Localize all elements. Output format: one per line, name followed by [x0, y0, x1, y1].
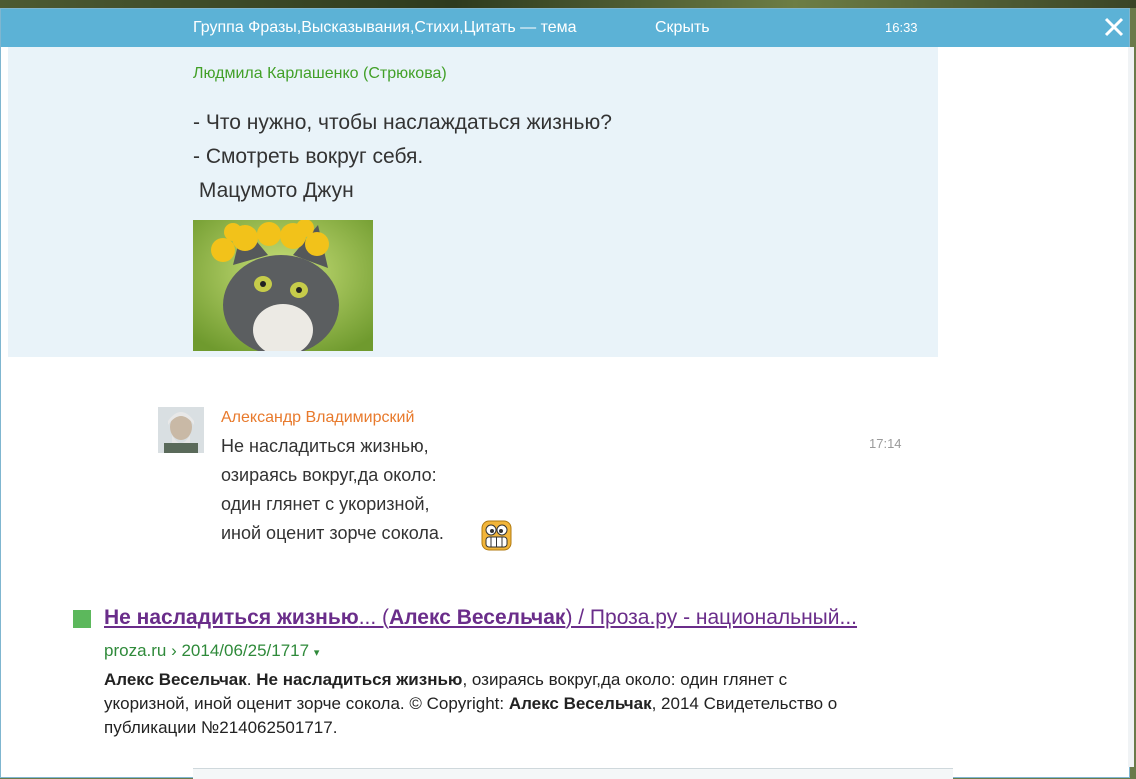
scroll-strip	[1128, 47, 1134, 767]
search-result-snippet: Алекс Весельчак. Не насладиться жизнью, …	[104, 668, 849, 740]
hide-button[interactable]: Скрыть	[655, 19, 710, 37]
dropdown-arrow-icon[interactable]: ▾	[314, 647, 320, 659]
search-result-title-text: ) / Проза.ру - национальный...	[565, 606, 858, 629]
search-result-title-bold: Не насладиться жизнью	[104, 606, 359, 629]
discussion-header: Группа Фразы,Высказывания,Стихи,Цитать —…	[1, 9, 1129, 47]
avatar[interactable]	[158, 407, 204, 453]
reply-input-bar[interactable]	[193, 768, 953, 779]
close-icon[interactable]	[1102, 15, 1126, 39]
post-line: - Смотреть вокруг себя.	[193, 145, 424, 168]
comment-line: один глянет с укоризной,	[221, 494, 430, 514]
post-author[interactable]: Людмила Карлашенко (Стрюкова)	[193, 65, 447, 83]
grinning-smiley-icon	[481, 520, 512, 551]
snippet-bold: Алекс Весельчак	[104, 670, 247, 689]
search-result-title-bold: Алекс Весельчак	[389, 606, 566, 629]
header-time: 16:33	[885, 20, 918, 35]
search-result-title-text: ... (	[358, 606, 390, 629]
snippet-text: .	[246, 670, 257, 689]
search-result-url-text: proza.ru › 2014/06/25/1717	[104, 641, 310, 660]
snippet-bold: Алекс Весельчак	[508, 694, 652, 713]
snippet-bold: Не насладиться жизнью	[256, 670, 463, 689]
topic-post: Людмила Карлашенко (Стрюкова) - Что нужн…	[8, 47, 938, 357]
comment-author[interactable]: Александр Владимирский	[221, 409, 414, 427]
search-result-title-link[interactable]: Не насладиться жизнью... (Алекс Весельча…	[104, 606, 857, 630]
comment-line: озираясь вокруг,да около:	[221, 465, 437, 485]
green-square-icon	[73, 610, 91, 628]
comment-line: иной оценит зорче сокола.	[221, 523, 444, 543]
search-result-url[interactable]: proza.ru › 2014/06/25/1717 ▾	[104, 641, 319, 661]
background-photo-strip	[0, 0, 1136, 8]
comment-time: 17:14	[869, 436, 902, 451]
discussion-title[interactable]: Группа Фразы,Высказывания,Стихи,Цитать —…	[193, 19, 577, 37]
post-line: - Что нужно, чтобы наслаждаться жизнью?	[193, 111, 612, 134]
post-line: Мацумото Джун	[193, 179, 354, 202]
cat-photo[interactable]	[193, 220, 373, 351]
comment-line: Не насладиться жизнью,	[221, 436, 429, 456]
